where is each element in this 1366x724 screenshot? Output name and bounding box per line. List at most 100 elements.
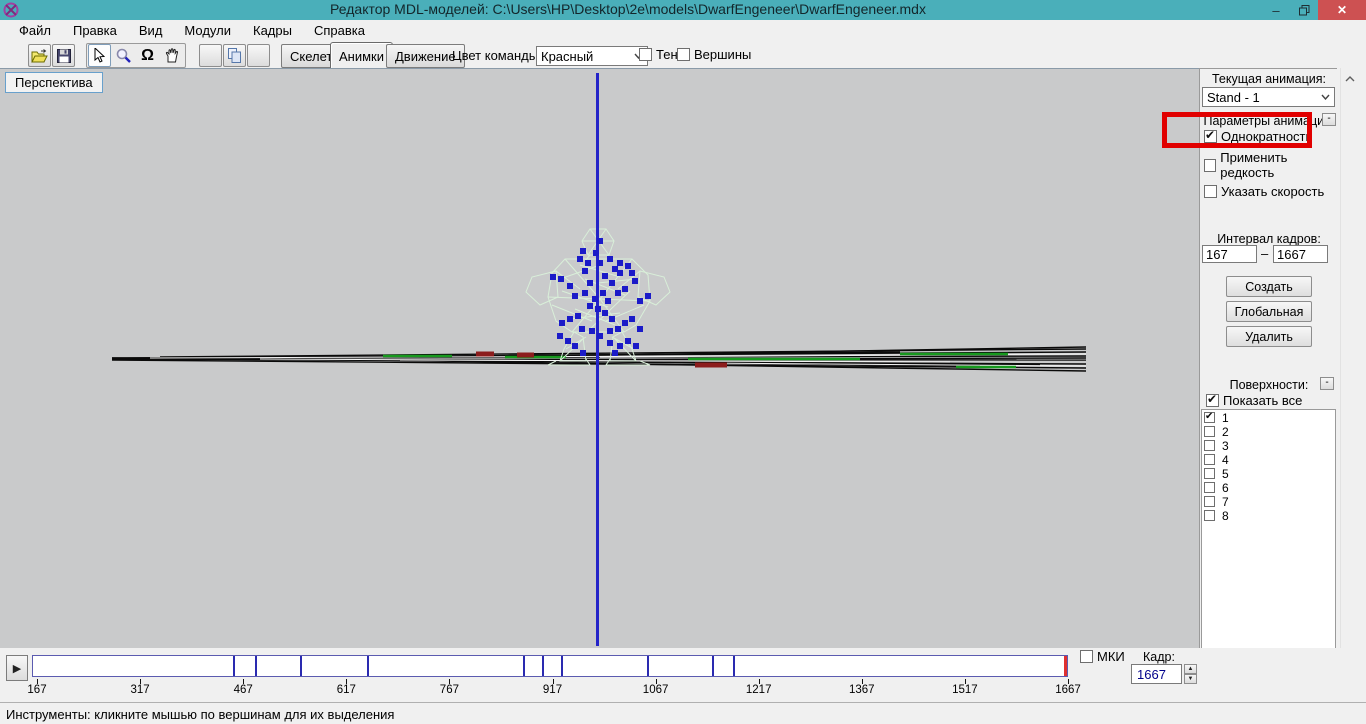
interval-to-input[interactable]: 1667 — [1273, 245, 1328, 263]
surface-checkbox-2[interactable] — [1204, 426, 1215, 437]
keyframe-mark — [711, 656, 714, 676]
model-vertex — [615, 290, 621, 296]
show-all-checkbox[interactable]: ✔ — [1206, 392, 1219, 407]
menu-item-modules[interactable]: Модули — [173, 21, 242, 41]
model-vertex — [633, 343, 639, 349]
surface-label: 8 — [1222, 508, 1229, 523]
surface-item-3[interactable]: 3 — [1204, 439, 1335, 453]
model-viewport[interactable]: Перспектива — [0, 68, 1199, 648]
surface-checkbox-5[interactable] — [1204, 468, 1215, 479]
speed-checkbox[interactable] — [1204, 185, 1217, 198]
vertical-axis-line — [596, 73, 599, 646]
model-vertex — [637, 326, 643, 332]
pan-tool-button[interactable] — [160, 44, 183, 67]
shadows-checkbox[interactable] — [639, 48, 652, 61]
model-vertex — [645, 293, 651, 299]
rotate-tool-button[interactable]: Ω — [136, 44, 159, 67]
surface-checkbox-3[interactable] — [1204, 440, 1215, 451]
magnifier-icon — [116, 48, 131, 63]
model-vertex — [617, 260, 623, 266]
surface-item-8[interactable]: 8 — [1204, 508, 1335, 523]
hand-icon — [165, 48, 178, 63]
rotate-icon: Ω — [141, 46, 154, 64]
copy-button[interactable] — [223, 44, 246, 67]
surface-checkbox-7[interactable] — [1204, 496, 1215, 507]
scroll-up-button[interactable] — [1341, 70, 1359, 88]
model-vertex — [607, 340, 613, 346]
surface-item-6[interactable]: 6 — [1204, 480, 1335, 495]
model-vertex — [637, 298, 643, 304]
toolbar-blank-button-2[interactable] — [247, 44, 270, 67]
toolbar-blank-button-1[interactable] — [199, 44, 222, 67]
mki-checkbox[interactable] — [1080, 650, 1093, 663]
delete-button[interactable]: Удалить — [1226, 326, 1312, 347]
model-vertex — [580, 248, 586, 254]
check-icon: ✔ — [1205, 128, 1216, 142]
menu-item-view[interactable]: Вид — [128, 21, 174, 41]
team-color-select[interactable]: Красный — [536, 46, 648, 66]
timeline-tick-label: 1067 — [642, 684, 669, 696]
surface-checkbox-6[interactable] — [1204, 482, 1215, 493]
model-vertex — [559, 320, 565, 326]
surface-label: 6 — [1222, 480, 1229, 495]
surface-item-1[interactable]: ✔ 1 — [1204, 411, 1335, 425]
timeline-area: ▶ 167 317 467 617 767 917 1067 1217 1367 1517 1667… — [0, 648, 1366, 702]
show-all-checkbox-row: ✔ Показать все — [1206, 392, 1302, 408]
model-vertex — [632, 278, 638, 284]
status-text: Инструменты: кликните мышью по вершинам … — [6, 707, 395, 722]
keyframe-mark — [254, 656, 257, 676]
collapse-surfaces-button[interactable]: - — [1320, 377, 1334, 390]
surface-checkbox-4[interactable] — [1204, 454, 1215, 465]
animations-mode-button[interactable]: Анимки — [330, 42, 393, 70]
panel-scrollbar[interactable] — [1340, 68, 1358, 700]
model-vertex — [565, 338, 571, 344]
frame-spin-down-button[interactable]: ▼ — [1184, 674, 1197, 684]
timeline-tick-label: 917 — [542, 684, 563, 696]
zoom-tool-button[interactable] — [112, 44, 135, 67]
menu-item-frames[interactable]: Кадры — [242, 21, 303, 41]
vertices-checkbox[interactable] — [677, 48, 690, 61]
surface-item-2[interactable]: 2 — [1204, 425, 1335, 439]
restore-button[interactable] — [1290, 0, 1318, 20]
surface-item-4[interactable]: 4 — [1204, 452, 1335, 467]
perspective-view-tab[interactable]: Перспектива — [5, 72, 103, 93]
menu-item-edit[interactable]: Правка — [62, 21, 128, 41]
once-checkbox[interactable]: ✔ — [1204, 128, 1217, 143]
close-button[interactable]: ✕ — [1318, 0, 1366, 20]
keyframe-mark — [232, 656, 235, 676]
model-vertex — [607, 328, 613, 334]
timeline-track[interactable] — [32, 655, 1068, 677]
frame-input[interactable]: 1667 — [1131, 664, 1182, 684]
surface-checkbox-1[interactable]: ✔ — [1204, 411, 1215, 423]
create-button[interactable]: Создать — [1226, 276, 1312, 297]
restore-icon — [1298, 4, 1309, 15]
model-wireframe — [111, 228, 1087, 372]
collapse-params-button[interactable]: - — [1322, 113, 1336, 126]
minimize-button[interactable]: – — [1262, 0, 1290, 20]
menu-item-help[interactable]: Справка — [303, 21, 376, 41]
rarity-checkbox[interactable] — [1204, 158, 1217, 172]
select-tool-button[interactable] — [88, 44, 111, 67]
model-vertex — [625, 338, 631, 344]
frame-spin-up-button[interactable]: ▲ — [1184, 664, 1197, 674]
frame-label: Кадр: — [1143, 650, 1175, 664]
surface-label: 4 — [1222, 452, 1229, 467]
surface-checkbox-8[interactable] — [1204, 510, 1215, 521]
surface-item-7[interactable]: 7 — [1204, 495, 1335, 509]
check-icon: ✔ — [1205, 411, 1214, 422]
current-animation-select[interactable]: Stand - 1 — [1202, 87, 1335, 107]
save-button[interactable] — [52, 44, 75, 67]
menu-item-file[interactable]: Файл — [8, 21, 62, 41]
play-button[interactable]: ▶ — [6, 655, 28, 681]
timeline-tick-label: 167 — [27, 684, 47, 696]
timeline-tick-label: 1517 — [952, 684, 978, 696]
open-file-button[interactable] — [28, 44, 51, 67]
keyframe-mark — [542, 656, 545, 676]
view-tool-group: Ω — [86, 43, 186, 68]
keyframe-mark — [522, 656, 525, 676]
interval-from-input[interactable]: 167 — [1202, 245, 1257, 263]
menu-bar: Файл Правка Вид Модули Кадры Справка — [0, 20, 1366, 42]
global-button[interactable]: Глобальная — [1226, 301, 1312, 322]
model-vertex — [617, 343, 623, 349]
surface-item-5[interactable]: 5 — [1204, 467, 1335, 481]
